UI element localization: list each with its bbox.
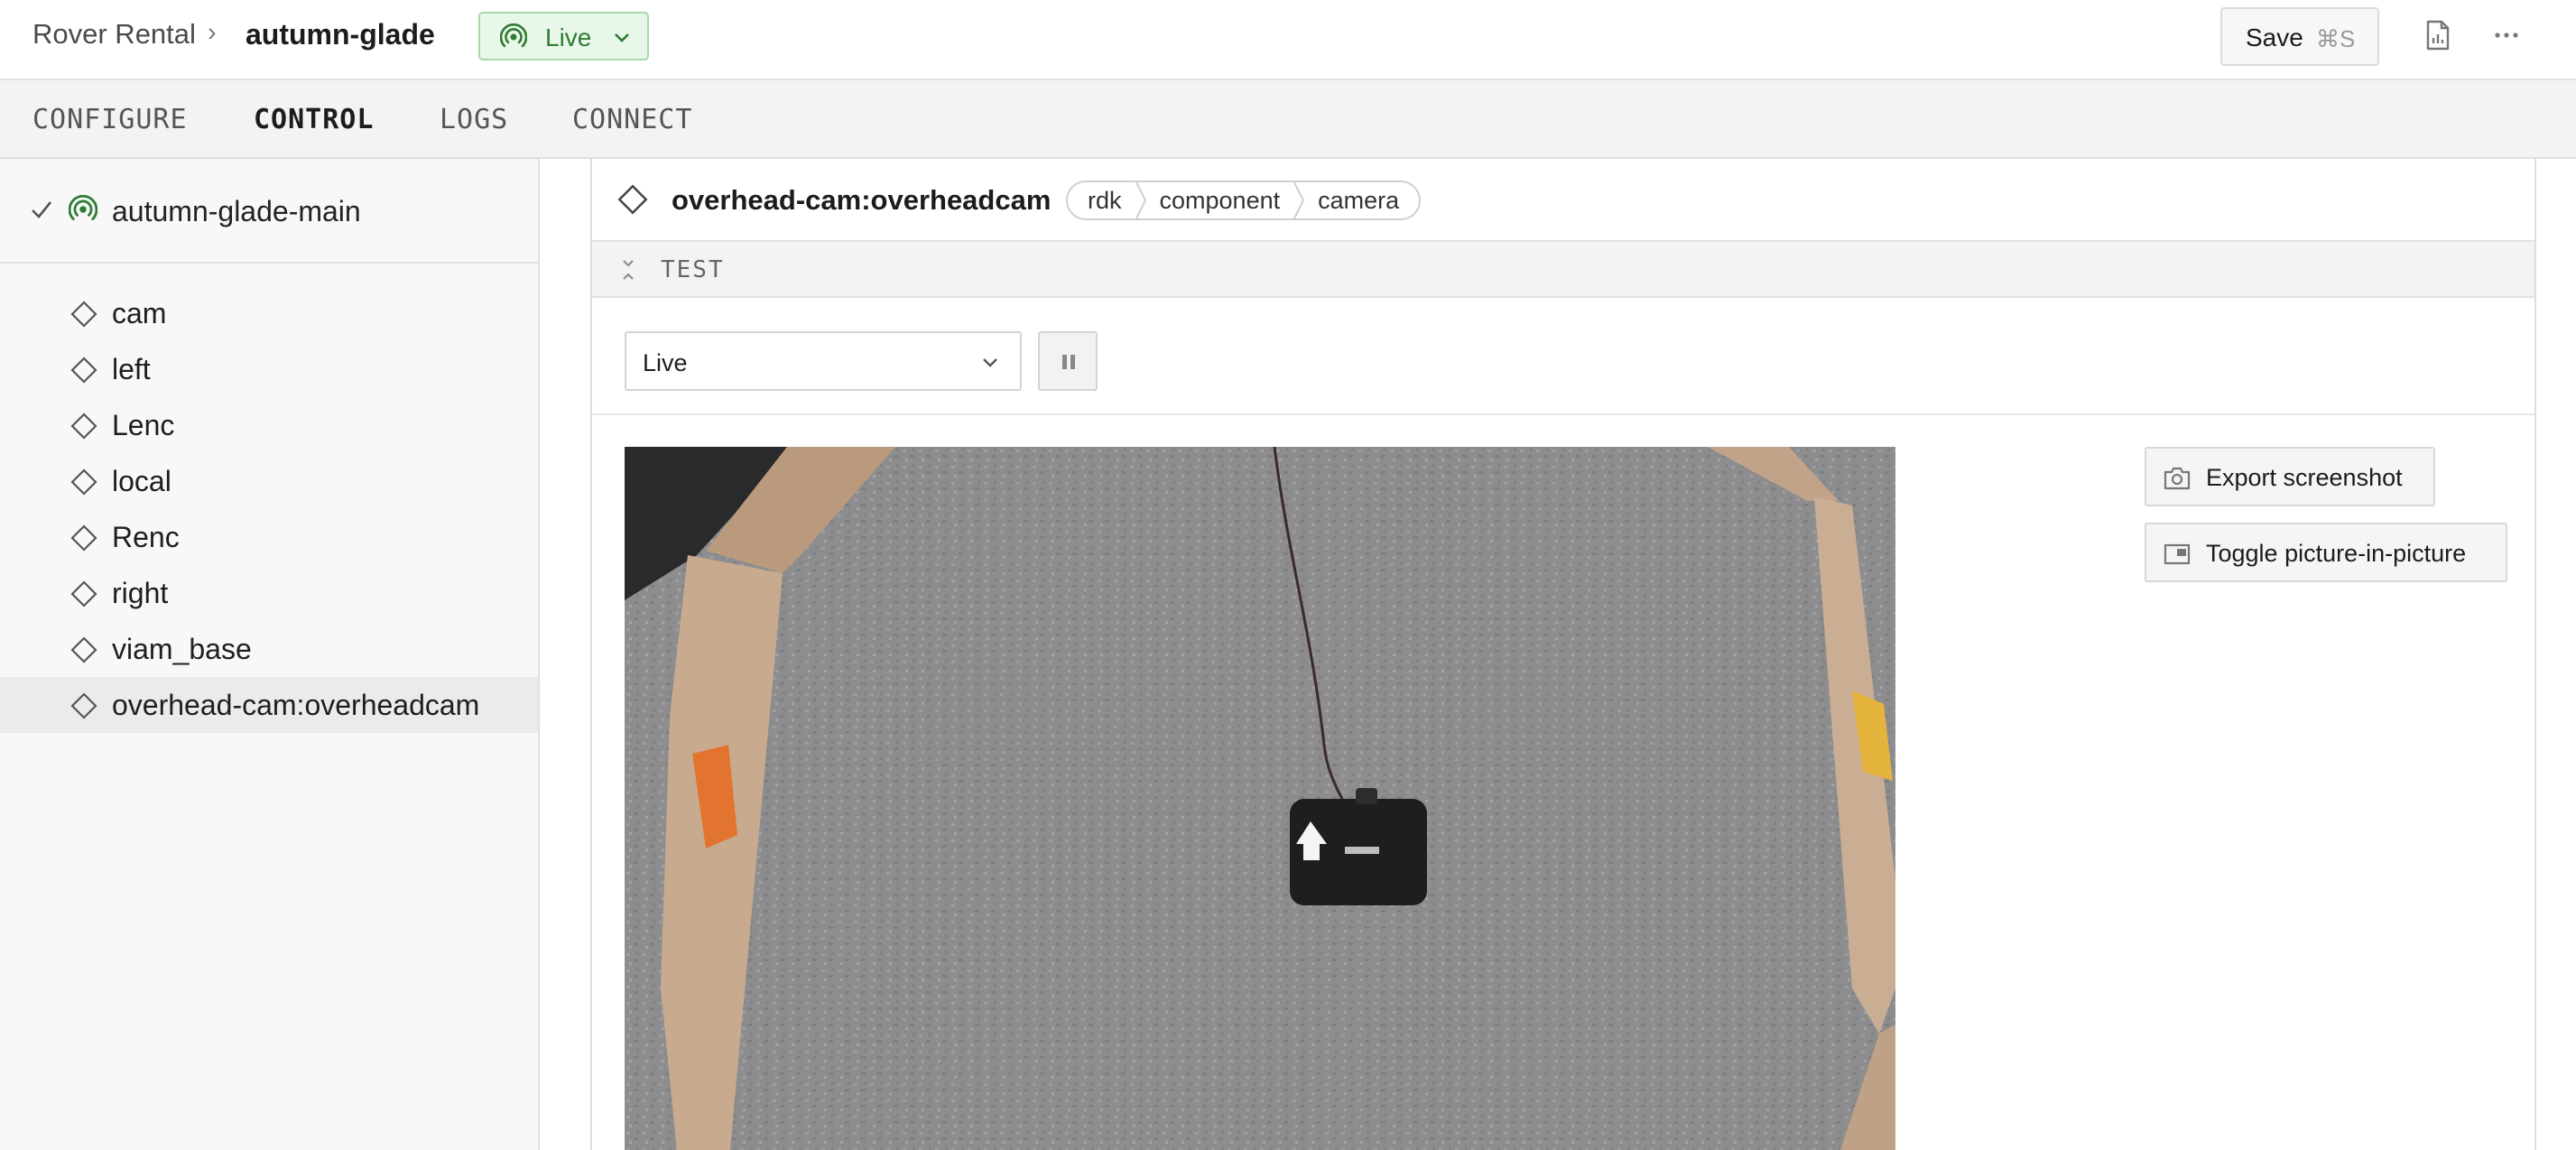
check-icon bbox=[29, 197, 54, 227]
api-namespace: rdk bbox=[1088, 186, 1122, 214]
breadcrumb-robot[interactable]: autumn-glade bbox=[246, 18, 435, 51]
component-label: Lenc bbox=[112, 409, 175, 441]
component-diamond-icon bbox=[70, 357, 97, 388]
document-chart-icon[interactable] bbox=[2424, 20, 2451, 55]
component-label: Renc bbox=[112, 521, 180, 553]
save-button-label: Save bbox=[2246, 23, 2303, 51]
toggle-pip-button[interactable]: Toggle picture-in-picture bbox=[2145, 523, 2507, 582]
export-screenshot-button[interactable]: Export screenshot bbox=[2145, 447, 2435, 506]
component-sidebar: autumn-glade-main cam left Lenc local Re… bbox=[0, 159, 540, 1150]
more-horizontal-icon[interactable] bbox=[2493, 22, 2520, 53]
api-type: component bbox=[1159, 186, 1281, 214]
save-shortcut: ⌘S bbox=[2316, 25, 2356, 52]
component-item[interactable]: local bbox=[0, 453, 538, 509]
picture-in-picture-icon bbox=[2163, 541, 2191, 572]
component-diamond-icon bbox=[70, 692, 97, 724]
component-label: right bbox=[112, 577, 169, 609]
api-breadcrumb: rdk component camera bbox=[1066, 181, 1422, 220]
component-item[interactable]: left bbox=[0, 341, 538, 397]
tab-configure[interactable]: CONFIGURE bbox=[32, 104, 188, 135]
top-header: Rover Rental › autumn-glade Live Save ⌘S bbox=[0, 0, 2576, 80]
component-diamond-icon bbox=[70, 524, 97, 556]
component-panel: overhead-cam:overheadcam rdk component c… bbox=[590, 159, 2536, 1150]
live-status-label: Live bbox=[545, 23, 592, 51]
pause-button[interactable] bbox=[1038, 331, 1098, 391]
toggle-pip-label: Toggle picture-in-picture bbox=[2206, 540, 2467, 567]
component-item[interactable]: right bbox=[0, 565, 538, 621]
pause-icon bbox=[1059, 352, 1079, 376]
api-subtype: camera bbox=[1318, 186, 1400, 214]
component-title: overhead-cam:overheadcam bbox=[672, 184, 1052, 216]
component-label: cam bbox=[112, 297, 167, 329]
live-status-dropdown[interactable]: Live bbox=[478, 12, 649, 60]
breadcrumb-separator: › bbox=[208, 18, 217, 47]
chevron-divider-icon bbox=[1293, 181, 1305, 219]
component-label: left bbox=[112, 353, 151, 385]
robot-part-name: autumn-glade-main bbox=[112, 195, 361, 227]
test-section-label: TEST bbox=[661, 256, 725, 283]
component-label: overhead-cam:overheadcam bbox=[112, 689, 480, 721]
component-item[interactable]: Lenc bbox=[0, 397, 538, 453]
save-button[interactable]: Save ⌘S bbox=[2220, 7, 2379, 66]
chevron-down-icon bbox=[980, 353, 1000, 377]
tab-connect[interactable]: CONNECT bbox=[572, 104, 692, 135]
camera-controls: Live bbox=[592, 298, 2534, 415]
test-section-toggle[interactable]: TEST bbox=[592, 242, 2534, 298]
refresh-mode-value: Live bbox=[643, 349, 688, 376]
component-diamond-icon bbox=[70, 413, 97, 444]
component-list: cam left Lenc local Renc right viam_base bbox=[0, 285, 538, 733]
chevron-down-icon bbox=[612, 28, 632, 52]
camera-stream bbox=[625, 447, 1895, 1150]
main-tabs: CONFIGURE CONTROL LOGS CONNECT bbox=[0, 80, 2576, 159]
chevron-divider-icon bbox=[1135, 181, 1147, 219]
camera-icon bbox=[2163, 465, 2191, 496]
component-item[interactable]: viam_base bbox=[0, 621, 538, 677]
component-diamond-icon bbox=[70, 301, 97, 332]
robot-part-item[interactable]: autumn-glade-main bbox=[0, 159, 538, 264]
breadcrumb-org[interactable]: Rover Rental bbox=[32, 18, 196, 51]
tab-control[interactable]: CONTROL bbox=[254, 104, 374, 135]
component-item[interactable]: cam bbox=[0, 285, 538, 341]
live-signal-icon bbox=[68, 194, 98, 228]
component-diamond-icon bbox=[70, 468, 97, 500]
component-label: viam_base bbox=[112, 633, 252, 665]
export-screenshot-label: Export screenshot bbox=[2206, 464, 2403, 491]
tab-logs[interactable]: LOGS bbox=[440, 104, 508, 135]
component-item-selected[interactable]: overhead-cam:overheadcam bbox=[0, 677, 538, 733]
component-diamond-icon bbox=[617, 184, 648, 219]
component-label: local bbox=[112, 465, 171, 497]
collapse-icon bbox=[619, 258, 637, 286]
component-header[interactable]: overhead-cam:overheadcam rdk component c… bbox=[592, 159, 2534, 242]
component-diamond-icon bbox=[70, 580, 97, 612]
live-signal-icon bbox=[499, 23, 528, 55]
component-diamond-icon bbox=[70, 636, 97, 668]
refresh-mode-select[interactable]: Live bbox=[625, 331, 1022, 391]
component-item[interactable]: Renc bbox=[0, 509, 538, 565]
